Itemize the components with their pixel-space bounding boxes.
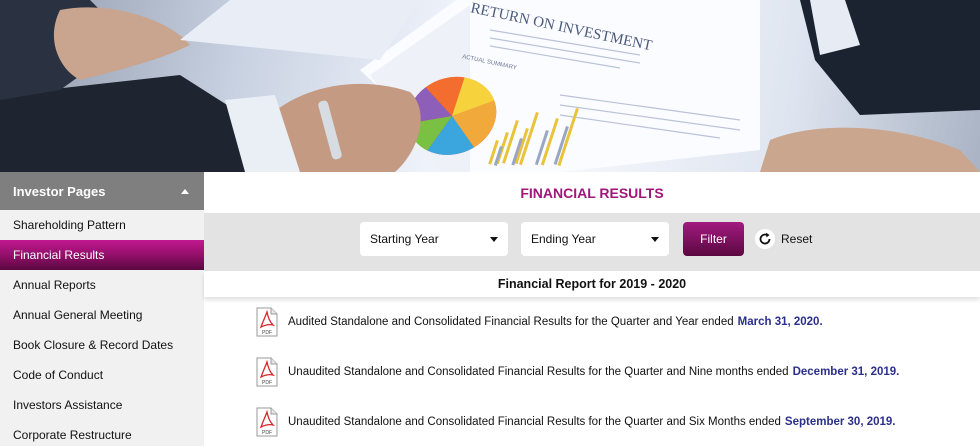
sidebar-title: Investor Pages xyxy=(13,183,106,199)
ending-year-select[interactable]: Ending Year xyxy=(521,222,669,256)
filter-button[interactable]: Filter xyxy=(683,222,744,256)
sidebar-item-investors-assistance[interactable]: Investors Assistance xyxy=(0,390,204,420)
svg-text:PDF: PDF xyxy=(262,380,272,386)
reset-button[interactable]: Reset xyxy=(755,229,812,249)
report-date-link[interactable]: December 31, 2019. xyxy=(793,366,900,378)
sidebar-item-financial-results[interactable]: Financial Results xyxy=(0,240,204,270)
pdf-icon: PDF xyxy=(256,357,278,387)
starting-year-select[interactable]: Starting Year xyxy=(360,222,508,256)
report-title: Audited Standalone and Consolidated Fina… xyxy=(288,316,734,328)
report-item[interactable]: PDF Unaudited Standalone and Consolidate… xyxy=(256,357,899,387)
report-item[interactable]: PDF Unaudited Standalone and Consolidate… xyxy=(256,407,896,437)
report-title: Unaudited Standalone and Consolidated Fi… xyxy=(288,416,781,428)
sidebar-item-annual-general-meeting[interactable]: Annual General Meeting xyxy=(0,300,204,330)
sidebar-item-shareholding-pattern[interactable]: Shareholding Pattern xyxy=(0,210,204,240)
starting-year-value: Starting Year xyxy=(370,232,439,246)
pdf-icon: PDF xyxy=(256,307,278,337)
pdf-icon: PDF xyxy=(256,407,278,437)
sidebar-item-code-of-conduct[interactable]: Code of Conduct xyxy=(0,360,204,390)
report-date-link[interactable]: September 30, 2019. xyxy=(785,416,896,428)
sidebar-item-corporate-restructure[interactable]: Corporate Restructure xyxy=(0,420,204,446)
sidebar-header-toggle[interactable]: Investor Pages xyxy=(0,172,204,210)
report-title: Unaudited Standalone and Consolidated Fi… xyxy=(288,366,789,378)
filter-bar: Starting Year Ending Year Filter Reset xyxy=(204,213,980,271)
main-content: FINANCIAL RESULTS Starting Year Ending Y… xyxy=(204,172,980,446)
chevron-down-icon xyxy=(651,236,659,242)
report-item[interactable]: PDF Audited Standalone and Consolidated … xyxy=(256,307,823,337)
sidebar-item-book-closure[interactable]: Book Closure & Record Dates xyxy=(0,330,204,360)
caret-up-icon[interactable] xyxy=(181,188,189,194)
report-date-link[interactable]: March 31, 2020. xyxy=(738,316,823,328)
report-heading: Financial Report for 2019 - 2020 xyxy=(204,271,980,297)
svg-text:PDF: PDF xyxy=(262,430,272,436)
sidebar-item-annual-reports[interactable]: Annual Reports xyxy=(0,270,204,300)
investor-sidebar: Investor Pages Shareholding Pattern Fina… xyxy=(0,172,204,446)
page-title: FINANCIAL RESULTS xyxy=(520,184,664,201)
hero-illustration: RETURN ON INVESTMENT ACTUAL SUMMARY xyxy=(0,0,980,172)
reset-label: Reset xyxy=(781,232,813,246)
hero-banner: RETURN ON INVESTMENT ACTUAL SUMMARY xyxy=(0,0,980,172)
refresh-icon xyxy=(755,229,775,249)
chevron-down-icon xyxy=(490,236,498,242)
ending-year-value: Ending Year xyxy=(531,232,596,246)
svg-text:PDF: PDF xyxy=(262,330,272,336)
